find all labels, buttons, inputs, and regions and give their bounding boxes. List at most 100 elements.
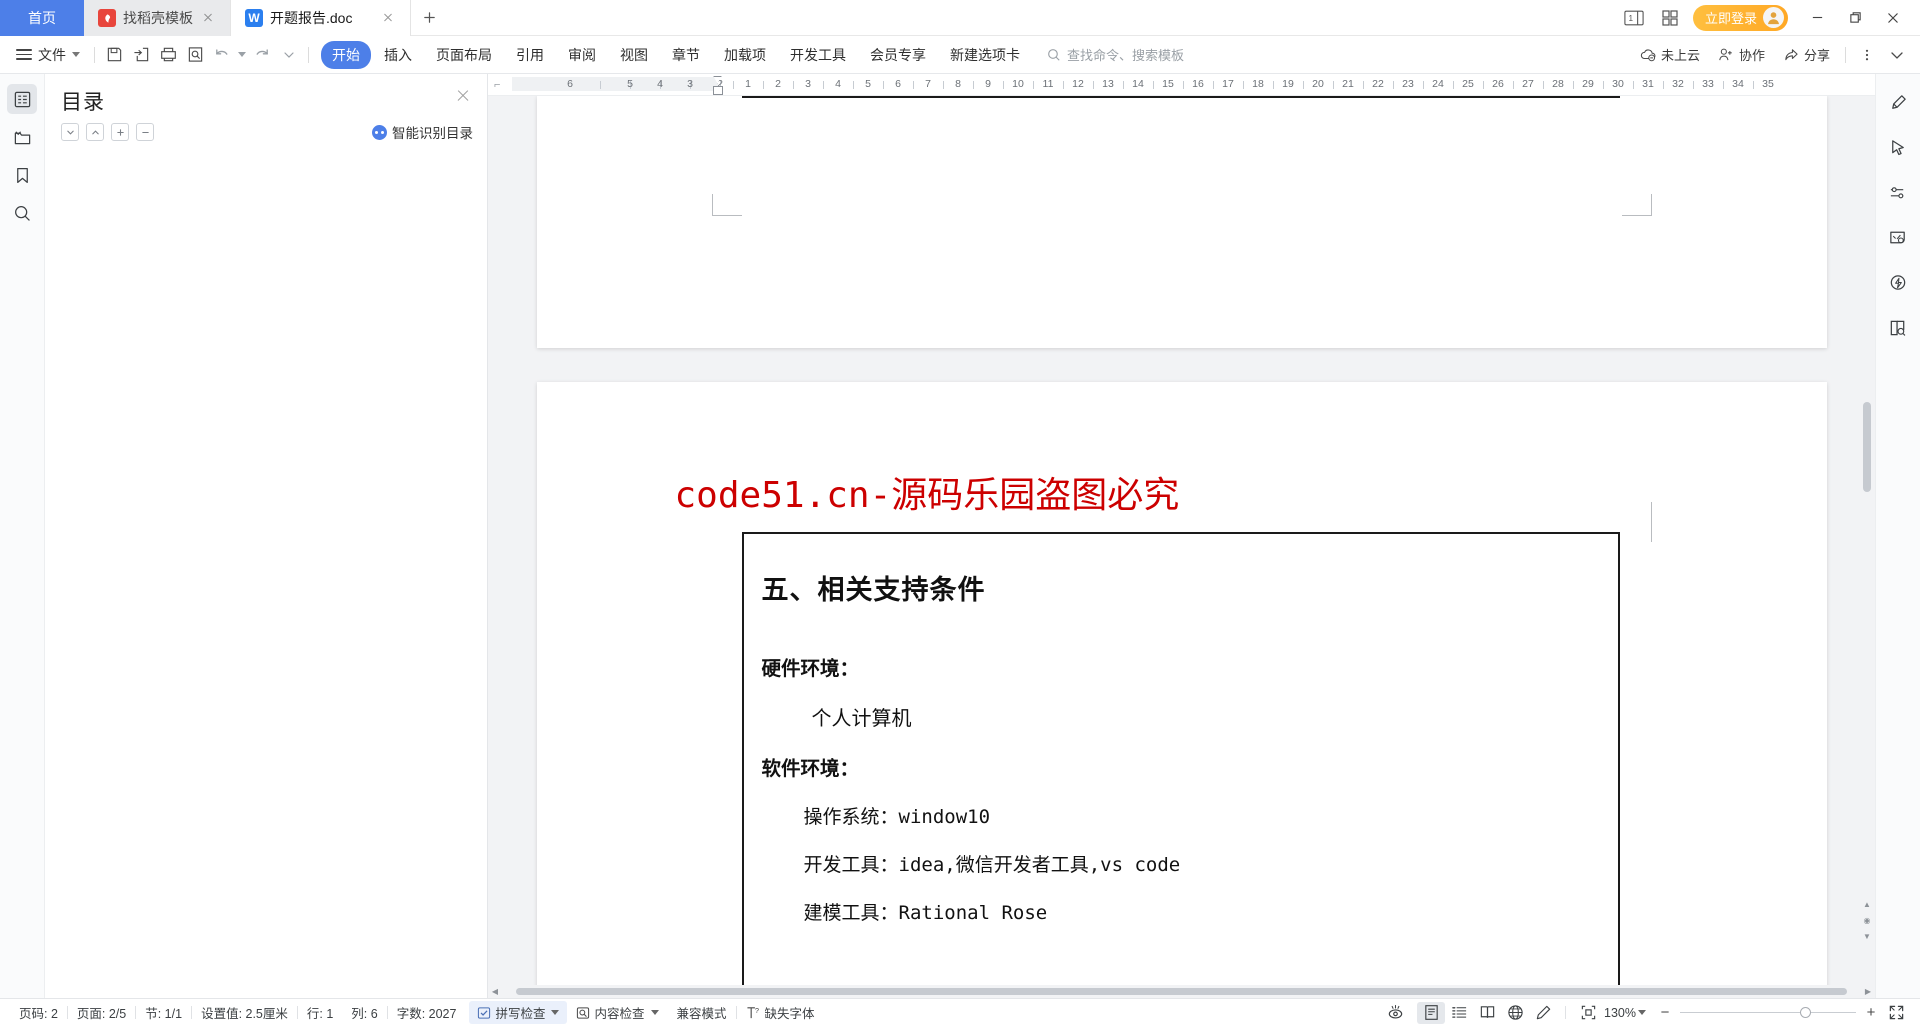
login-button[interactable]: 立即登录 (1692, 4, 1788, 31)
horizontal-scrollbar[interactable]: ◀ ▶ (488, 985, 1875, 998)
ribbon-tab-new[interactable]: 新建选项卡 (939, 41, 1031, 69)
tab-document[interactable]: W 开题报告.doc (231, 0, 412, 36)
collapse-all-button[interactable] (86, 123, 104, 141)
single-page-icon[interactable]: 1 (1621, 6, 1647, 30)
increase-level-button[interactable] (111, 123, 129, 141)
status-page-number[interactable]: 页码: 2 (10, 1003, 67, 1022)
ribbon-tab-developer[interactable]: 开发工具 (779, 41, 857, 69)
close-button[interactable] (1874, 3, 1912, 33)
scroll-next-page-icon[interactable]: ▼ (1861, 930, 1873, 943)
status-col[interactable]: 列: 6 (342, 1003, 386, 1022)
status-page-of[interactable]: 页面: 2/5 (68, 1003, 135, 1022)
ribbon-tab-member[interactable]: 会员专享 (859, 41, 937, 69)
page-2[interactable]: code51.cn-源码乐园盗图必究 五、相关支持条件 硬件环境： 个人计算机 … (536, 382, 1827, 985)
crop-mark (711, 194, 742, 216)
collaborate-button[interactable]: 协作 (1711, 42, 1772, 67)
status-section[interactable]: 节: 1/1 (136, 1003, 191, 1022)
view-page-layout-icon[interactable] (1417, 1001, 1446, 1024)
vertical-scrollbar[interactable]: ▲ ◉ ▼ (1862, 122, 1873, 955)
chevron-down-icon[interactable] (1638, 1010, 1646, 1015)
sidebar-item-bookmark[interactable] (7, 160, 37, 190)
view-reading-icon[interactable] (1473, 1002, 1501, 1024)
sidebar-item-files[interactable] (7, 122, 37, 152)
ruler-tick (1123, 80, 1124, 89)
scroll-left-icon[interactable]: ◀ (488, 987, 502, 996)
sidebar-item-outline[interactable] (7, 84, 37, 114)
tab-home[interactable]: 首页 (0, 0, 84, 36)
ruler-tick (1603, 80, 1604, 89)
ribbon-tab-insert[interactable]: 插入 (373, 41, 423, 69)
doc-bold-hardware: 硬件环境： (761, 657, 860, 680)
fit-page-icon[interactable] (1574, 1002, 1602, 1024)
print-icon[interactable] (155, 42, 181, 68)
close-icon[interactable] (453, 86, 473, 106)
page-scroll-container[interactable]: code51.cn-源码乐园盗图必究 五、相关支持条件 硬件环境： 个人计算机 … (488, 96, 1875, 985)
spell-check-button[interactable]: 拼写检查 (469, 1001, 568, 1024)
fullscreen-icon[interactable] (1882, 1002, 1910, 1024)
minimize-button[interactable] (1798, 3, 1836, 33)
rail-item-select[interactable] (1883, 133, 1913, 163)
missing-font-button[interactable]: ? 缺失字体 (737, 1003, 824, 1022)
view-web-icon[interactable] (1501, 1002, 1529, 1024)
view-outline-icon[interactable] (1445, 1002, 1473, 1024)
rail-item-reading[interactable] (1883, 313, 1913, 343)
horizontal-ruler[interactable]: ⌐ 6 5 4 3 2 1 2 3 4 5 6 7 8 9 10 11 12 1… (488, 74, 1875, 96)
grid-view-icon[interactable] (1657, 6, 1683, 30)
ruler-label: 13 (1102, 77, 1114, 90)
focus-mode-icon[interactable] (1381, 1002, 1409, 1024)
content-check-button[interactable]: 内容检查 (567, 1003, 667, 1022)
decrease-level-button[interactable] (136, 123, 154, 141)
ruler-track[interactable]: 6 5 4 3 2 1 2 3 4 5 6 7 8 9 10 11 12 13 14 15 16 17 18 19 2… (512, 74, 1875, 95)
zoom-level-label[interactable]: 130% (1602, 1006, 1638, 1020)
ribbon-tab-review[interactable]: 审阅 (557, 41, 607, 69)
ribbon-collapse-icon[interactable] (1884, 42, 1910, 68)
print-preview-icon[interactable] (182, 42, 208, 68)
close-icon[interactable] (200, 10, 216, 26)
outline-items-list[interactable] (61, 152, 473, 984)
new-tab-button[interactable] (411, 0, 447, 35)
sidebar-item-search[interactable] (7, 198, 37, 228)
view-edit-icon[interactable] (1529, 1002, 1557, 1024)
tab-stop-selector[interactable]: ⌐ (494, 79, 512, 91)
zoom-out-button[interactable]: − (1654, 1002, 1676, 1024)
file-menu-button[interactable]: 文件 (8, 42, 88, 68)
scroll-select-object-icon[interactable]: ◉ (1861, 914, 1873, 927)
save-icon[interactable] (101, 42, 127, 68)
ribbon-tab-page-layout[interactable]: 页面布局 (425, 41, 503, 69)
ribbon-more-icon[interactable] (1854, 42, 1880, 68)
horizontal-scroll-thumb[interactable] (516, 988, 1847, 995)
quick-access-more-icon[interactable] (276, 42, 302, 68)
rail-item-picture-ai[interactable] (1883, 223, 1913, 253)
ribbon-tab-start[interactable]: 开始 (321, 40, 371, 69)
scroll-prev-page-icon[interactable]: ▲ (1861, 898, 1873, 911)
smart-toc-button[interactable]: 智能识别目录 (372, 122, 473, 142)
zoom-in-button[interactable]: + (1860, 1002, 1882, 1024)
vertical-scroll-thumb[interactable] (1863, 402, 1871, 492)
status-row[interactable]: 行: 1 (298, 1003, 342, 1022)
ribbon-tab-references[interactable]: 引用 (505, 41, 555, 69)
zoom-slider-knob[interactable] (1800, 1006, 1811, 1018)
redo-icon[interactable] (249, 42, 275, 68)
expand-all-button[interactable] (61, 123, 79, 141)
cloud-status-button[interactable]: 未上云 (1633, 42, 1707, 67)
ribbon-tab-view[interactable]: 视图 (609, 41, 659, 69)
compat-mode-label[interactable]: 兼容模式 (668, 1003, 736, 1022)
document-content-box[interactable]: 五、相关支持条件 硬件环境： 个人计算机 软件环境： 操作系统：window10… (741, 532, 1620, 985)
ribbon-tab-section[interactable]: 章节 (661, 41, 711, 69)
maximize-button[interactable] (1836, 3, 1874, 33)
rail-item-adjust[interactable] (1883, 178, 1913, 208)
tab-docer-template[interactable]: 找稻壳模板 (84, 0, 231, 36)
share-button[interactable]: 分享 (1776, 42, 1837, 67)
rail-item-pen[interactable] (1883, 88, 1913, 118)
scroll-right-icon[interactable]: ▶ (1861, 987, 1875, 996)
ribbon-tab-addins[interactable]: 加载项 (713, 41, 777, 69)
undo-icon[interactable] (209, 42, 235, 68)
rail-item-ai-assistant[interactable] (1883, 268, 1913, 298)
status-word-count[interactable]: 字数: 2027 (388, 1003, 466, 1022)
export-pdf-icon[interactable] (128, 42, 154, 68)
status-setting-value[interactable]: 设置值: 2.5厘米 (192, 1003, 297, 1022)
zoom-slider[interactable] (1680, 1006, 1856, 1018)
command-search[interactable]: 查找命令、搜索模板 (1047, 45, 1184, 64)
undo-dropdown-icon[interactable] (236, 42, 248, 68)
close-icon[interactable] (380, 10, 396, 26)
